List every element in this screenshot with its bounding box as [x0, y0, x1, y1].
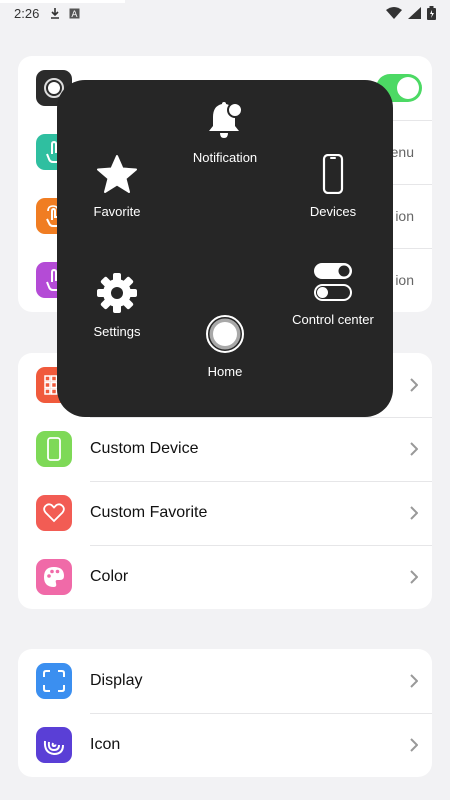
- battery-icon: [427, 6, 436, 20]
- assistive-touch-menu: Notification Favorite Devices Settings C…: [57, 80, 393, 417]
- display-row[interactable]: Display: [18, 649, 432, 713]
- status-time: 2:26: [14, 5, 40, 21]
- display-label: Display: [90, 672, 143, 689]
- frame-icon: [36, 663, 72, 699]
- phone-icon: [36, 431, 72, 467]
- chevron-right-icon: [410, 570, 418, 584]
- home-label: Home: [207, 364, 243, 379]
- display-card: Display Icon: [18, 649, 432, 777]
- svg-text:A: A: [72, 10, 79, 19]
- home-icon: [206, 315, 244, 353]
- custom-device-label: Custom Device: [90, 440, 199, 457]
- custom-favorite-row[interactable]: Custom Favorite: [18, 481, 432, 545]
- icon-label: Icon: [90, 736, 121, 753]
- bell-icon: [209, 102, 243, 138]
- palette-icon: [36, 559, 72, 595]
- gear-icon: [97, 273, 137, 313]
- menu-home[interactable]: Home: [185, 314, 265, 379]
- heart-icon: [36, 495, 72, 531]
- custom-device-row[interactable]: Custom Device: [18, 417, 432, 481]
- double-tap-partial-label: ion: [395, 208, 414, 224]
- menu-control-center[interactable]: Control center: [283, 262, 383, 327]
- star-icon: [97, 155, 137, 193]
- toggles-icon: [314, 263, 352, 301]
- icon-row[interactable]: Icon: [18, 713, 432, 777]
- long-press-partial-label: ion: [395, 272, 414, 288]
- control-center-label: Control center: [292, 312, 374, 327]
- color-label: Color: [90, 568, 129, 585]
- text-a-icon: A: [69, 8, 80, 19]
- chevron-right-icon: [410, 738, 418, 752]
- settings-label: Settings: [93, 324, 141, 339]
- menu-devices[interactable]: Devices: [293, 154, 373, 219]
- phone-icon: [322, 154, 344, 194]
- chevron-right-icon: [410, 674, 418, 688]
- custom-favorite-label: Custom Favorite: [90, 504, 208, 521]
- menu-favorite[interactable]: Favorite: [77, 154, 157, 219]
- chevron-right-icon: [410, 442, 418, 456]
- wifi-icon: [386, 7, 402, 19]
- single-tap-partial-label: enu: [390, 144, 414, 160]
- menu-settings[interactable]: Settings: [77, 272, 157, 339]
- color-row[interactable]: Color: [18, 545, 432, 609]
- notification-label: Notification: [192, 150, 258, 165]
- chevron-right-icon: [410, 378, 418, 392]
- status-bar: 2:26 A: [0, 0, 450, 26]
- devices-label: Devices: [309, 204, 357, 219]
- chevron-right-icon: [410, 506, 418, 520]
- signal-icon: [408, 7, 421, 19]
- menu-notification[interactable]: Notification: [185, 100, 265, 165]
- favorite-label: Favorite: [93, 204, 141, 219]
- download-icon: [51, 8, 60, 19]
- swirl-icon: [36, 727, 72, 763]
